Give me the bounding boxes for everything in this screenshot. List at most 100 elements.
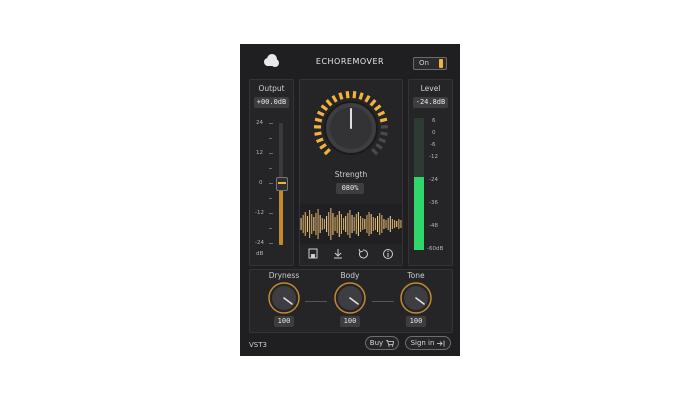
waveform-bar [381,215,383,233]
output-fader-handle[interactable] [276,177,288,191]
waveform-bar [362,218,364,230]
level-tick: -48 [429,223,438,229]
strength-label: Strength [334,170,368,179]
waveform-bar [338,211,340,237]
waveform-bar [343,218,345,230]
level-readout: -24.8dB [413,97,448,108]
waveform-bar [383,219,385,229]
power-toggle[interactable]: On [413,57,447,70]
reset-icon[interactable] [356,248,370,260]
waveform-bar [368,212,370,236]
tone-knob[interactable] [399,281,433,315]
waveform-bar [396,221,398,227]
waveform-display [300,204,402,244]
output-tick: -24 [255,240,264,246]
level-tick: -60dB [427,246,444,252]
strength-led-segment [377,110,386,117]
strength-led-segment [314,117,323,123]
waveform-bar [340,214,342,234]
output-unit: dB [256,251,264,257]
level-tick: -12 [429,154,438,160]
waveform-bar [379,213,381,235]
output-tick: 12 [256,150,263,156]
waveform-bar [372,217,374,231]
waveform-bar [351,215,353,233]
buy-button-label: Buy [369,339,384,347]
waveform-bar [349,210,351,238]
waveform-bar [385,220,387,228]
waveform-bar [317,209,319,239]
waveform-bar [321,218,323,230]
strength-led-segment [338,92,344,100]
waveform-bar [336,215,338,233]
output-label: Output [258,84,285,93]
waveform-bar [302,215,304,233]
waveform-bar [387,218,389,230]
output-readout[interactable]: +00.0dB [254,97,289,108]
strength-readout[interactable]: 080% [336,183,364,194]
waveform-bar [366,215,368,233]
waveform-bar [334,217,336,231]
output-tick: -12 [255,210,264,216]
level-tick: -36 [429,200,438,206]
strength-led-segment [378,137,387,144]
dryness-readout[interactable]: 100 [274,316,294,327]
strength-panel: Strength 080% [299,79,403,266]
output-panel: Output +00.0dB 24 12 0 -12 -24 dB [249,79,294,266]
waveform-bar [377,216,379,232]
waveform-bar [360,216,362,232]
output-tick: 0 [259,180,263,186]
cart-icon [386,339,395,347]
sign-in-button[interactable]: Sign in [405,336,451,350]
waveform-bar [313,217,315,231]
download-icon[interactable] [331,248,345,260]
waveform-bar [326,216,328,232]
strength-led-segment [379,117,388,123]
knob-panel: Dryness 100 Body 100 Tone 100 [249,269,453,333]
waveform-bar [374,218,376,230]
waveform-bar [394,220,396,228]
strength-led-segment [358,92,364,100]
waveform-bar [306,216,308,232]
plugin-format: VST3 [249,341,267,349]
body-knob[interactable] [333,281,367,315]
strength-led-segment [371,148,379,156]
strength-led-segment [345,91,350,99]
strength-led-segment [325,99,333,107]
save-icon[interactable] [306,248,320,260]
waveform-bar [328,212,330,236]
waveform-bar [364,219,366,229]
dryness-knob[interactable] [267,281,301,315]
level-panel: Level -24.8dB 6 0 -6 -12 -24 -36 -48 -60… [408,79,453,266]
power-toggle-knob [439,59,443,68]
waveform-bar [400,220,402,228]
strength-knob[interactable] [310,87,392,169]
waveform-bar [345,216,347,232]
waveform-bar [398,219,400,229]
strength-led-segment [319,143,327,150]
waveform-bar [315,213,317,235]
waveform-bar [304,212,306,236]
sign-in-arrow-icon [437,340,445,346]
waveform-bar [319,215,321,233]
waveform-bar [311,214,313,234]
waveform-bar [370,214,372,234]
tone-readout[interactable]: 100 [406,316,426,327]
power-toggle-label: On [419,59,429,67]
plugin-window: ECHOREMOVER On Output +00.0dB 24 12 0 -1… [240,44,460,356]
strength-led-segment [375,143,383,150]
body-label: Body [340,271,360,280]
waveform-bar [355,214,357,234]
buy-button[interactable]: Buy [365,336,399,350]
body-readout[interactable]: 100 [340,316,360,327]
strength-led-segment [331,94,338,103]
strength-led-segment [320,104,329,112]
waveform-bar [332,213,334,235]
waveform-bar [309,210,311,238]
tone-label: Tone [407,271,425,280]
sign-in-button-label: Sign in [410,339,435,347]
strength-led-segment [323,148,331,156]
strength-led-segment [380,131,388,136]
waveform-bar [389,216,391,232]
info-icon[interactable] [381,248,395,260]
